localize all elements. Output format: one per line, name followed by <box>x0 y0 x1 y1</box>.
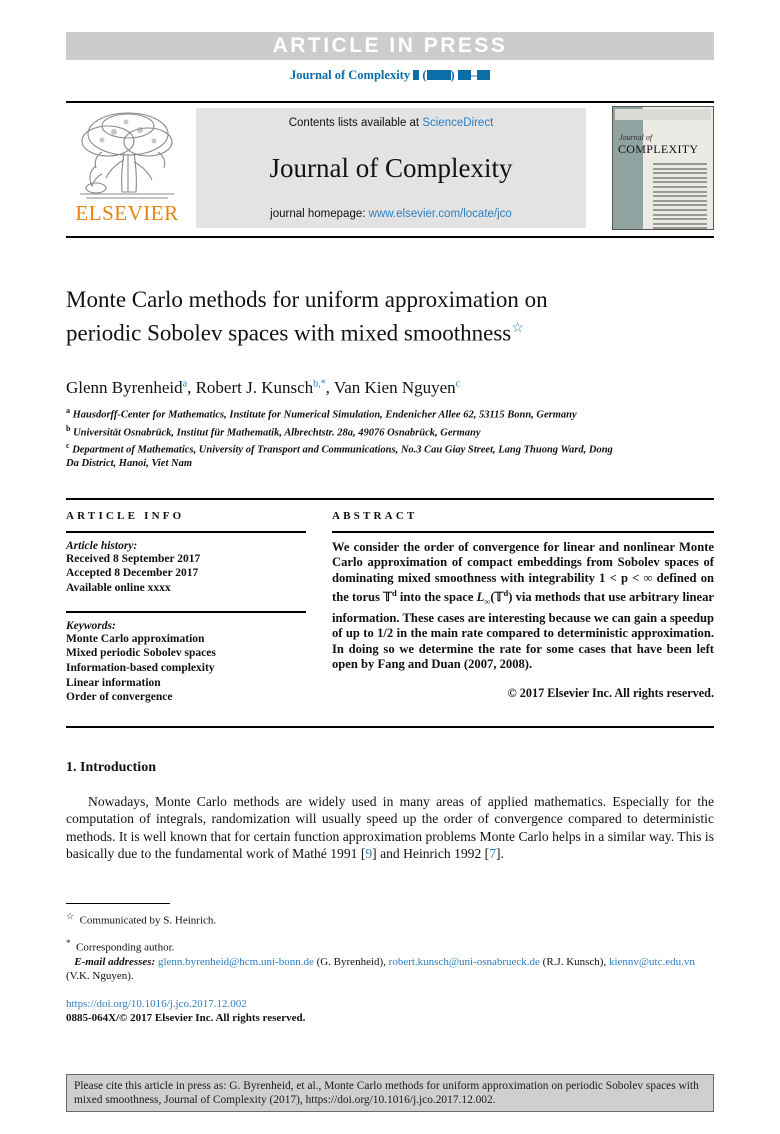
affiliation-text: Hausdorff-Center for Mathematics, Instit… <box>72 409 577 421</box>
keyword-item: Mixed periodic Sobolev spaces <box>66 647 216 660</box>
footnote-communicated: ☆ Communicated by S. Heinrich. <box>66 909 714 928</box>
article-info-rule <box>66 531 306 533</box>
introduction-heading: 1. Introduction <box>66 760 156 775</box>
cover-top-row <box>615 109 711 120</box>
cite-this-article-box: Please cite this article in press as: G.… <box>66 1074 714 1112</box>
email-addresses-label: E-mail addresses: <box>74 956 156 968</box>
issn-copyright-line: 0885-064X/© 2017 Elsevier Inc. All right… <box>66 1012 306 1024</box>
author-affiliation-mark[interactable]: c <box>456 378 460 389</box>
info-section-top-rule <box>66 498 714 500</box>
asterisk-icon: * <box>66 938 71 948</box>
torus-symbol: 𝕋d <box>383 588 397 605</box>
page-start-placeholder <box>457 70 471 80</box>
author-name: Glenn Byrenheid <box>66 378 183 397</box>
journal-homepage-link[interactable]: www.elsevier.com/locate/jco <box>369 208 512 220</box>
author-name: Van Kien Nguyen <box>333 378 456 397</box>
journal-homepage-line: journal homepage: www.elsevier.com/locat… <box>270 208 512 220</box>
masthead-top-rule <box>66 101 714 103</box>
cover-journal-of-label: Journal of <box>619 133 653 142</box>
abstract-heading: ABSTRACT <box>332 510 418 522</box>
footnote-corresponding-text: Corresponding author. <box>76 941 175 954</box>
affiliation-list: a Hausdorff-Center for Mathematics, Inst… <box>66 404 626 470</box>
affiliation-item: a Hausdorff-Center for Mathematics, Inst… <box>66 404 626 422</box>
journal-reference-line: Journal of Complexity () – <box>66 68 714 83</box>
author-affiliation-mark[interactable]: b,* <box>313 378 326 389</box>
footnote-corresponding-author: * Corresponding author. <box>66 936 714 955</box>
article-in-press-banner: ARTICLE IN PRESS <box>66 32 714 60</box>
keyword-item: Linear information <box>66 676 161 689</box>
affiliation-text: Department of Mathematics, University of… <box>66 444 613 470</box>
masthead-bottom-rule <box>66 236 714 238</box>
keywords-label: Keywords: <box>66 619 116 632</box>
cite-this-article-text: Please cite this article in press as: G.… <box>74 1080 699 1106</box>
affiliation-item: c Department of Mathematics, University … <box>66 439 626 470</box>
journal-title: Journal of Complexity <box>269 153 513 183</box>
abstract-rule <box>332 531 714 533</box>
keyword-item: Order of convergence <box>66 691 173 704</box>
doi-line: https://doi.org/10.1016/j.jco.2017.12.00… <box>66 997 714 1011</box>
introduction-text-b: ] and Heinrich 1992 [ <box>372 846 490 862</box>
author-affiliation-mark[interactable]: a <box>183 378 187 389</box>
email-link[interactable]: robert.kunsch@uni-osnabrueck.de <box>389 956 540 968</box>
article-history-label: Article history: <box>66 539 138 552</box>
citation-link-7[interactable]: 7 <box>489 846 496 861</box>
elsevier-logo: ELSEVIER <box>66 108 188 228</box>
article-info-column: ARTICLE INFO Article history: Received 8… <box>66 510 306 705</box>
affiliation-item: b Universität Osnabrück, Institut für Ma… <box>66 422 626 440</box>
article-in-press-label: ARTICLE IN PRESS <box>272 34 508 57</box>
page-title-text: Monte Carlo methods for uniform approxim… <box>66 287 548 346</box>
page-end-placeholder <box>477 70 491 80</box>
email-owner: (R.J. Kunsch) <box>542 956 604 968</box>
affiliation-mark: c <box>66 441 70 451</box>
journal-banner: Contents lists available at ScienceDirec… <box>196 108 586 228</box>
contents-list-line: Contents lists available at ScienceDirec… <box>289 117 494 129</box>
article-history-item: Received 8 September 2017 <box>66 552 201 565</box>
year-placeholder <box>426 70 451 80</box>
journal-reference-title: Journal of Complexity <box>289 68 411 82</box>
elsevier-wordmark: ELSEVIER <box>75 201 179 225</box>
article-info-heading: ARTICLE INFO <box>66 510 185 522</box>
contents-list-label: Contents lists available at <box>288 117 423 129</box>
body-top-rule <box>66 726 714 728</box>
keywords-rule <box>66 611 306 613</box>
footnote-star-icon: ☆ <box>66 911 75 921</box>
page-title: Monte Carlo methods for uniform approxim… <box>66 285 626 348</box>
abstract-column: ABSTRACT We consider the order of conver… <box>332 510 714 701</box>
sciencedirect-link[interactable]: ScienceDirect <box>422 117 493 129</box>
title-footnote-star-icon[interactable]: ☆ <box>511 321 524 336</box>
doi-link[interactable]: https://doi.org/10.1016/j.jco.2017.12.00… <box>66 998 247 1010</box>
keyword-item: Information-based complexity <box>66 661 215 674</box>
article-history-item: Accepted 8 December 2017 <box>66 567 199 580</box>
l-infinity-space-symbol: L∞(𝕋d) <box>476 588 513 607</box>
abstract-copyright: © 2017 Elsevier Inc. All rights reserved… <box>507 685 714 700</box>
elsevier-tree-icon <box>80 112 174 199</box>
author-list: Glenn Byrenheida, Robert J. Kunschb,*, V… <box>66 378 461 397</box>
volume-placeholder <box>413 70 420 80</box>
journal-cover-thumbnail: Journal of COMPLEXITY <box>612 106 714 230</box>
affiliation-mark: b <box>66 423 71 433</box>
email-link[interactable]: glenn.byrenheid@hcm.uni-bonn.de <box>158 956 314 968</box>
affiliation-text: Universität Osnabrück, Institut für Math… <box>73 427 481 439</box>
journal-homepage-label: journal homepage: <box>270 208 369 220</box>
email-link[interactable]: kiennv@utc.edu.vn <box>609 956 695 968</box>
cover-complexity-label: COMPLEXITY <box>618 142 699 156</box>
email-owner: (V.K. Nguyen) <box>66 970 131 982</box>
author-name: Robert J. Kunsch <box>195 378 314 397</box>
abstract-part-2: into the space <box>396 590 477 605</box>
footnote-email-addresses: E-mail addresses: glenn.byrenheid@hcm.un… <box>66 956 695 982</box>
introduction-paragraph: Nowadays, Monte Carlo methods are widely… <box>66 793 714 863</box>
article-history-item: Available online xxxx <box>66 581 171 594</box>
abstract-text: We consider the order of convergence for… <box>332 540 714 673</box>
footnote-communicated-text: Communicated by S. Heinrich. <box>79 914 217 927</box>
paper-page: ARTICLE IN PRESS Journal of Complexity (… <box>0 0 780 1134</box>
cover-contents-lines <box>653 163 707 229</box>
footnote-separator-rule <box>66 903 170 905</box>
introduction-text-c: ]. <box>495 846 504 862</box>
cover-side-band <box>613 107 643 229</box>
journal-masthead: ELSEVIER Contents lists available at Sci… <box>66 106 714 230</box>
email-owner: (G. Byrenheid) <box>316 956 384 968</box>
affiliation-mark: a <box>66 406 70 415</box>
keyword-item: Monte Carlo approximation <box>66 632 205 645</box>
